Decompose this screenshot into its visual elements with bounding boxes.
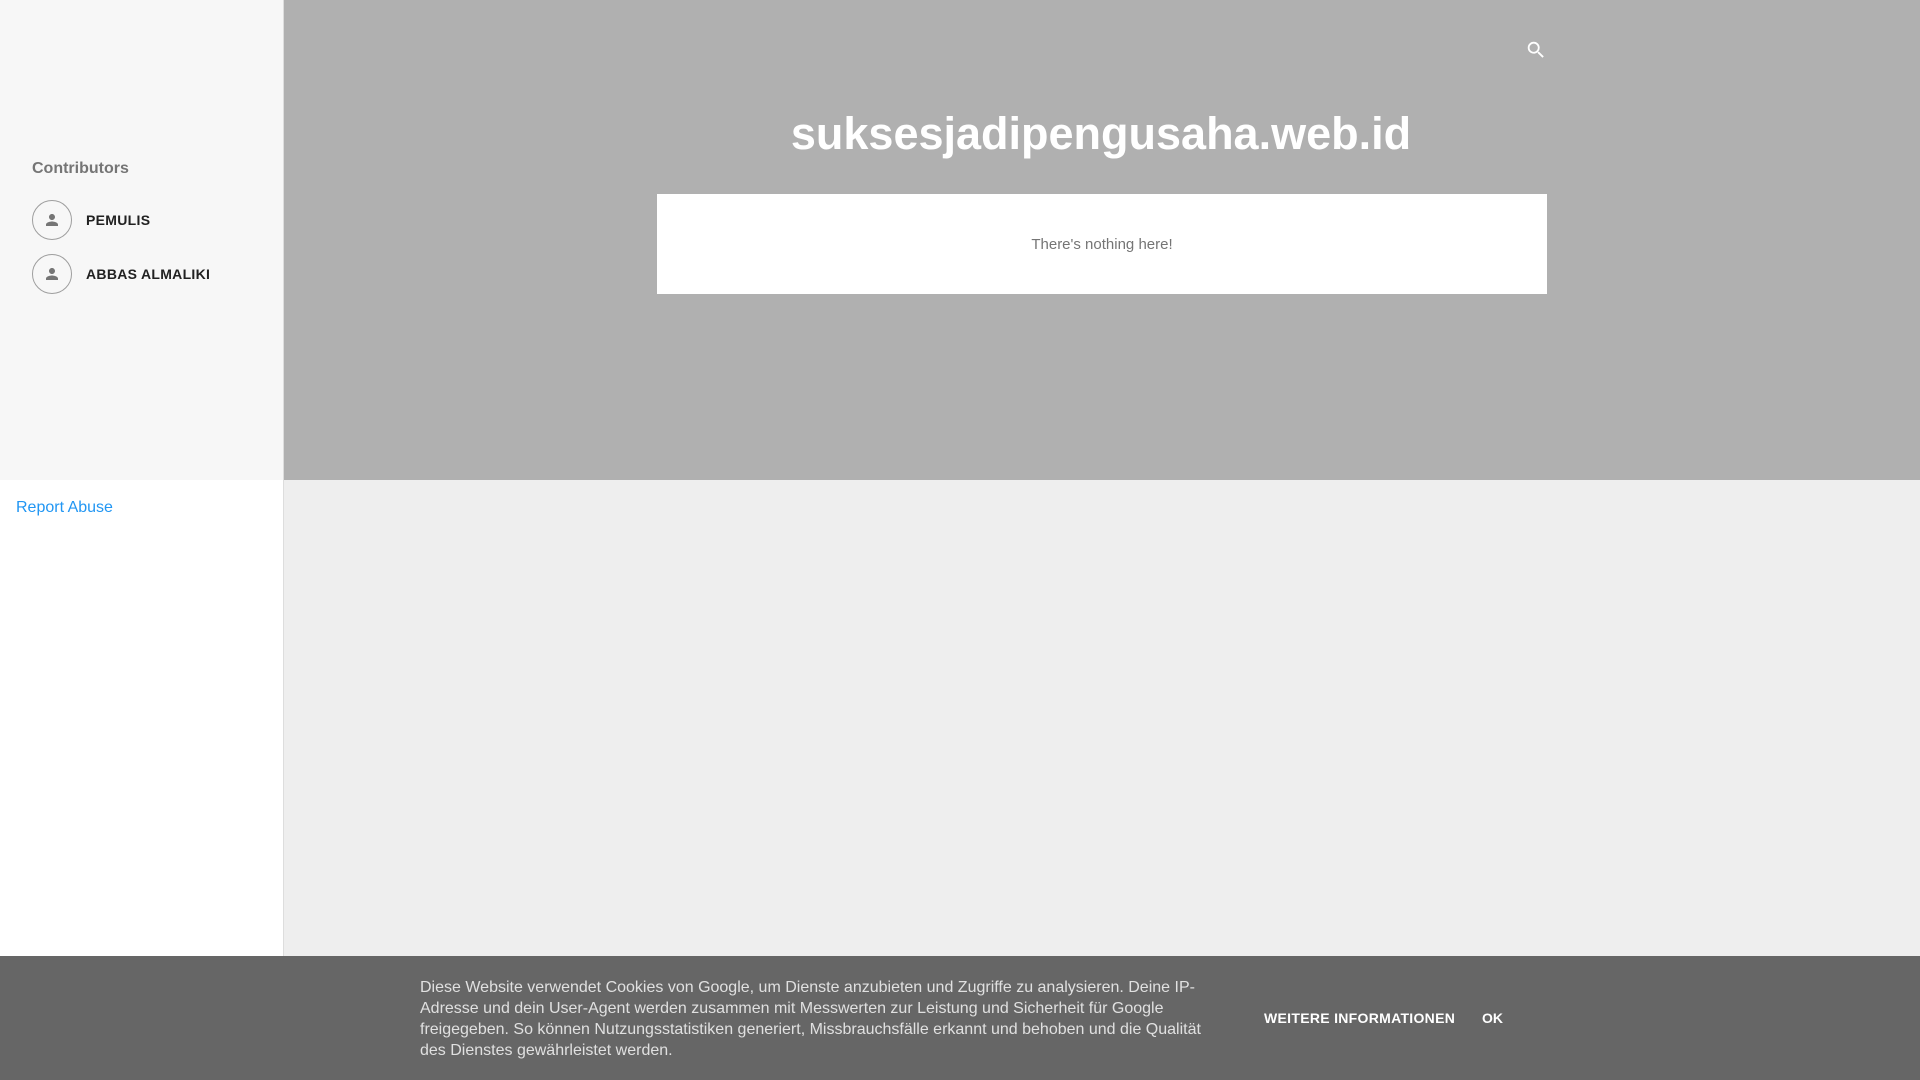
more-info-button[interactable]: WEITERE INFORMATIONEN bbox=[1264, 1010, 1455, 1026]
empty-message: There's nothing here! bbox=[1031, 235, 1173, 253]
cookie-bar: Diese Website verwendet Cookies von Goog… bbox=[0, 956, 1920, 1080]
person-icon bbox=[46, 268, 58, 280]
person-icon bbox=[46, 214, 58, 226]
content-card: There's nothing here! bbox=[657, 194, 1547, 294]
contributor-name[interactable]: PEMULIS bbox=[86, 212, 150, 228]
contributor-name[interactable]: ABBAS ALMALIKI bbox=[86, 266, 210, 282]
ok-button[interactable]: OK bbox=[1482, 1010, 1503, 1026]
contributors-title: Contributors bbox=[32, 160, 129, 177]
header: suksesjadipengusaha.web.id There's nothi… bbox=[284, 0, 1920, 480]
contributor-pemulis[interactable]: PEMULIS bbox=[32, 200, 283, 240]
contributors-widget: Contributors PEMULIS ABBAS ALMALIKI bbox=[0, 0, 283, 480]
report-abuse-link[interactable]: Report Abuse bbox=[16, 499, 113, 517]
search-button[interactable] bbox=[1522, 36, 1550, 64]
avatar[interactable] bbox=[32, 200, 72, 240]
avatar[interactable] bbox=[32, 254, 72, 294]
site-title[interactable]: suksesjadipengusaha.web.id bbox=[284, 108, 1918, 160]
contributor-abbas-almaliki[interactable]: ABBAS ALMALIKI bbox=[32, 254, 283, 294]
search-icon bbox=[1527, 41, 1544, 58]
sidebar: Contributors PEMULIS ABBAS ALMALIKI Repo… bbox=[0, 0, 284, 1080]
cookie-notice-text: Diese Website verwendet Cookies von Goog… bbox=[420, 979, 1201, 1059]
